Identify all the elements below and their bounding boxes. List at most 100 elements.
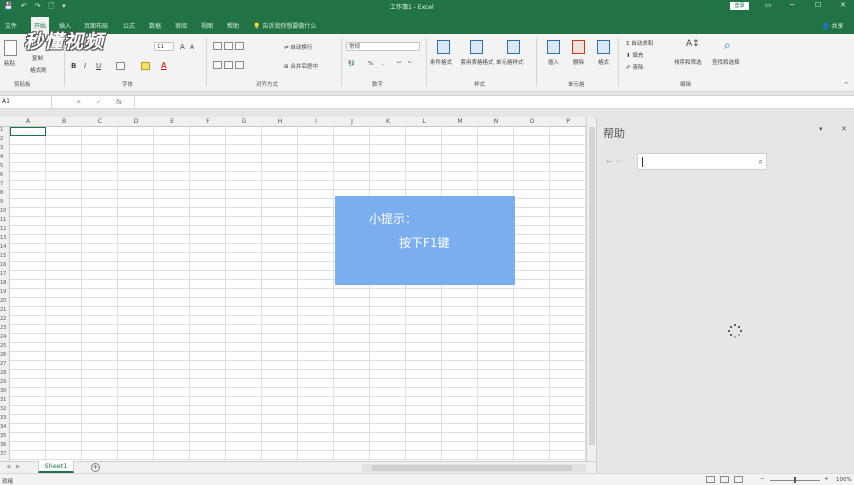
redo-icon[interactable]: ↷ [35, 2, 41, 13]
zoom-in-icon[interactable]: + [824, 476, 829, 482]
row-header-18[interactable]: 18 [0, 280, 10, 286]
bold-button[interactable]: B [71, 62, 76, 70]
zoom-level[interactable]: 100% [836, 477, 852, 483]
insert-function-icon[interactable]: fx [116, 98, 122, 106]
collapse-ribbon-icon[interactable]: ^ [844, 82, 849, 88]
font-color-icon[interactable]: A [161, 61, 166, 70]
add-sheet-button[interactable]: + [91, 463, 100, 472]
format-cells-icon[interactable] [597, 40, 610, 54]
row-header-34[interactable]: 34 [0, 424, 10, 430]
column-header-h[interactable]: H [262, 118, 298, 125]
row-header-12[interactable]: 12 [0, 226, 10, 232]
column-header-k[interactable]: K [370, 118, 406, 125]
row-header-16[interactable]: 16 [0, 262, 10, 268]
format-painter-button[interactable]: 格式刷 [30, 66, 47, 74]
row-header-27[interactable]: 27 [0, 361, 10, 367]
row-header-1[interactable]: 1 [0, 127, 10, 133]
tab-data[interactable]: 数据 [149, 21, 161, 30]
share-button[interactable]: 👤 共享 [822, 21, 843, 30]
page-break-view-button[interactable] [734, 476, 743, 483]
tab-formulas[interactable]: 公式 [123, 21, 135, 30]
column-header-e[interactable]: E [154, 118, 190, 125]
pane-options-icon[interactable]: ▾ [819, 125, 823, 133]
row-header-36[interactable]: 36 [0, 442, 10, 448]
underline-button[interactable]: U [96, 62, 101, 70]
fill-color-icon[interactable] [141, 62, 150, 70]
normal-view-button[interactable] [706, 476, 715, 483]
minimize-button[interactable]: ─ [790, 1, 794, 9]
cell-area[interactable] [10, 127, 586, 461]
row-header-11[interactable]: 11 [0, 217, 10, 223]
delete-cells-button[interactable]: 删除 [573, 58, 584, 66]
column-header-g[interactable]: G [226, 118, 262, 125]
accounting-format-icon[interactable]: 💱 [348, 61, 355, 67]
page-layout-view-button[interactable] [720, 476, 729, 483]
paste-icon[interactable] [4, 40, 17, 56]
find-select-icon[interactable]: ⌕ [724, 38, 731, 53]
tab-review[interactable]: 审阅 [175, 21, 187, 30]
shrink-font-button[interactable]: A [190, 44, 194, 51]
find-select-button[interactable]: 查找和选择 [712, 58, 740, 66]
format-as-table-button[interactable]: 套用表格格式 [460, 58, 494, 66]
align-right-icon[interactable] [235, 61, 244, 69]
autosum-button[interactable]: Σ 自动求和 [626, 39, 653, 47]
row-header-13[interactable]: 13 [0, 235, 10, 241]
wrap-text-button[interactable]: ⇌ 自动换行 [284, 43, 312, 51]
align-bottom-icon[interactable] [235, 42, 244, 50]
format-as-table-icon[interactable] [470, 40, 483, 54]
row-header-19[interactable]: 19 [0, 289, 10, 295]
new-file-icon[interactable]: 🗋 [48, 2, 54, 13]
row-header-31[interactable]: 31 [0, 397, 10, 403]
conditional-format-icon[interactable] [437, 40, 450, 54]
row-header-35[interactable]: 35 [0, 433, 10, 439]
align-middle-icon[interactable] [224, 42, 233, 50]
comma-button[interactable]: , [382, 61, 384, 67]
column-header-n[interactable]: N [478, 118, 514, 125]
row-header-14[interactable]: 14 [0, 244, 10, 250]
tell-me-box[interactable]: 💡 告诉我你想要做什么 [253, 21, 316, 30]
conditional-format-button[interactable]: 条件格式 [430, 58, 452, 66]
insert-cells-icon[interactable] [547, 40, 560, 54]
row-header-22[interactable]: 22 [0, 316, 10, 322]
font-size-select[interactable]: 11 [154, 42, 174, 51]
row-header-3[interactable]: 3 [0, 145, 10, 151]
row-header-7[interactable]: 7 [0, 181, 10, 187]
row-header-9[interactable]: 9 [0, 199, 10, 205]
help-search-input[interactable]: ⌕ [637, 153, 767, 170]
save-icon[interactable]: 💾 [4, 2, 13, 13]
paste-label[interactable]: 粘贴 [4, 59, 15, 67]
row-header-15[interactable]: 15 [0, 253, 10, 259]
row-header-28[interactable]: 28 [0, 370, 10, 376]
border-icon[interactable] [116, 62, 125, 70]
column-header-a[interactable]: A [10, 118, 46, 125]
signin-button[interactable]: 登录 [730, 2, 749, 10]
row-header-37[interactable]: 37 [0, 451, 10, 457]
row-header-32[interactable]: 32 [0, 406, 10, 412]
row-header-24[interactable]: 24 [0, 334, 10, 340]
row-header-21[interactable]: 21 [0, 307, 10, 313]
row-header-2[interactable]: 2 [0, 136, 10, 142]
row-header-26[interactable]: 26 [0, 352, 10, 358]
customize-qat-icon[interactable]: ▾ [62, 2, 66, 13]
align-center-icon[interactable] [224, 61, 233, 69]
vertical-scrollbar[interactable] [586, 117, 596, 461]
row-header-6[interactable]: 6 [0, 172, 10, 178]
pane-close-icon[interactable]: ✕ [841, 125, 847, 133]
column-header-c[interactable]: C [82, 118, 118, 125]
cancel-icon[interactable]: ✕ [76, 98, 81, 106]
row-header-8[interactable]: 8 [0, 190, 10, 196]
merge-center-button[interactable]: ⊞ 合并后居中 [284, 62, 318, 70]
sheet-tab-sheet1[interactable]: Sheet1 [38, 461, 74, 473]
horizontal-scroll-thumb[interactable] [372, 465, 572, 471]
sort-filter-icon[interactable]: A↕ [686, 39, 700, 49]
column-header-i[interactable]: I [298, 118, 334, 125]
tab-file[interactable]: 文件 [5, 21, 17, 30]
copy-button[interactable]: 复制 [32, 54, 43, 62]
enter-icon[interactable]: ✓ [96, 98, 101, 106]
column-header-j[interactable]: J [334, 118, 370, 125]
column-header-m[interactable]: M [442, 118, 478, 125]
column-header-d[interactable]: D [118, 118, 154, 125]
row-header-25[interactable]: 25 [0, 343, 10, 349]
align-left-icon[interactable] [213, 61, 222, 69]
increase-decimal-icon[interactable]: ⁺⁰ [396, 61, 401, 67]
